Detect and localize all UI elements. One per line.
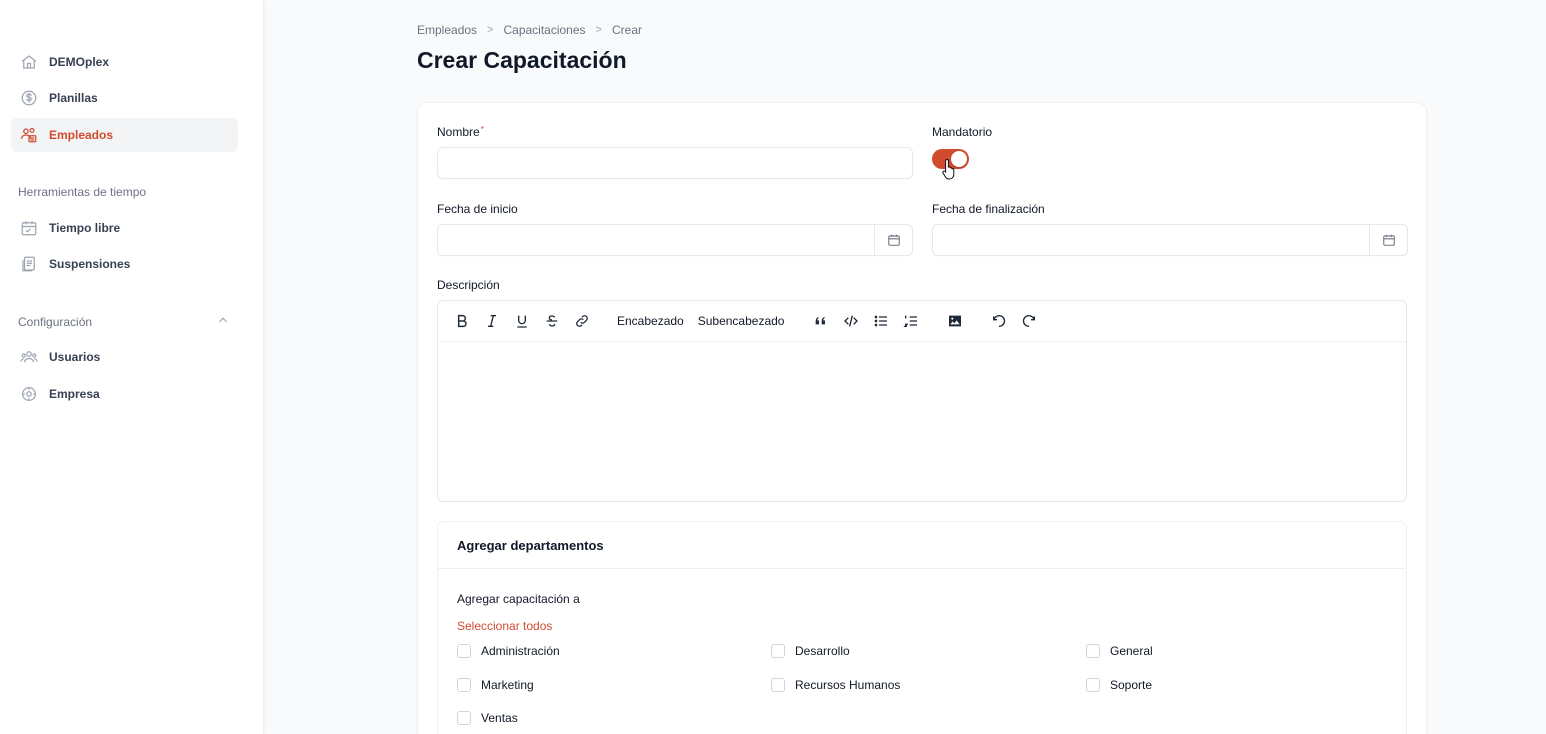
checkbox-label: Soporte	[1110, 678, 1153, 692]
departments-header: Agregar departamentos	[438, 522, 1406, 569]
bold-icon[interactable]	[450, 309, 474, 333]
redo-icon[interactable]	[1017, 309, 1041, 333]
sidebar-item-label: Usuarios	[49, 350, 101, 364]
heading-button[interactable]: Encabezado	[614, 314, 687, 328]
dollar-circle-icon	[19, 88, 39, 108]
checkbox-label: Recursos Humanos	[795, 678, 901, 692]
strikethrough-icon[interactable]	[540, 309, 564, 333]
editor-toolbar: Encabezado Subencabezado	[438, 301, 1406, 342]
breadcrumb-capacitaciones[interactable]: Capacitaciones	[503, 23, 585, 37]
sidebar-item-tiempo-libre[interactable]: Tiempo libre	[11, 211, 238, 245]
sidebar-item-empleados[interactable]: Empleados	[11, 118, 238, 152]
checkbox-marketing[interactable]: Marketing	[457, 678, 534, 692]
checkbox[interactable]	[771, 644, 785, 658]
home-icon	[19, 52, 39, 72]
italic-icon[interactable]	[480, 309, 504, 333]
hand-cursor-icon	[942, 158, 955, 180]
checkbox[interactable]	[457, 644, 471, 658]
checkbox[interactable]	[1086, 644, 1100, 658]
image-icon[interactable]	[943, 309, 967, 333]
sidebar: DEMOplex Planillas Empleados Herramienta…	[0, 0, 264, 734]
calendar-icon	[19, 218, 39, 238]
checkbox-desarrollo[interactable]: Desarrollo	[771, 644, 850, 658]
checkbox-ventas[interactable]: Ventas	[457, 711, 518, 725]
nombre-label-text: Nombre	[437, 125, 480, 139]
checkbox-administracion[interactable]: Administración	[457, 644, 560, 658]
checkbox-label: Administración	[481, 644, 560, 658]
users-icon	[19, 125, 39, 145]
checkbox[interactable]	[457, 711, 471, 725]
breadcrumb-crear: Crear	[611, 23, 642, 37]
sidebar-item-label: Empresa	[49, 387, 100, 401]
sidebar-item-empresa[interactable]: Empresa	[11, 377, 238, 411]
sidebar-item-label: DEMOplex	[49, 55, 110, 69]
page-title: Crear Capacitación	[417, 47, 627, 73]
checkbox-general[interactable]: General	[1086, 644, 1153, 658]
checkbox[interactable]	[771, 678, 785, 692]
nombre-label: Nombre*	[437, 125, 484, 139]
breadcrumb-empleados[interactable]: Empleados	[417, 23, 477, 37]
fecha-inicio-label: Fecha de inicio	[437, 202, 518, 216]
calendar-button[interactable]	[874, 225, 912, 255]
departments-subtitle: Agregar capacitación a	[457, 592, 580, 606]
nombre-input[interactable]	[437, 147, 913, 179]
sidebar-item-label: Tiempo libre	[49, 221, 121, 235]
code-icon[interactable]	[839, 309, 863, 333]
numbered-list-icon[interactable]	[899, 309, 923, 333]
checkbox-label: General	[1110, 644, 1153, 658]
mandatorio-label: Mandatorio	[932, 125, 993, 139]
checkbox-label: Marketing	[481, 678, 534, 692]
calendar-icon	[1382, 234, 1395, 246]
fecha-inicio-field[interactable]	[438, 225, 874, 255]
chevron-up-icon[interactable]	[216, 313, 230, 327]
chevron-right-icon: >	[595, 24, 602, 36]
departments-title: Agregar departamentos	[457, 538, 604, 553]
chevron-right-icon: >	[487, 24, 494, 36]
document-icon	[19, 254, 39, 274]
checkbox-label: Desarrollo	[795, 644, 850, 658]
user-group-icon	[19, 347, 39, 367]
fecha-fin-label: Fecha de finalización	[932, 202, 1045, 216]
sidebar-item-label: Suspensiones	[49, 257, 131, 271]
calendar-button[interactable]	[1369, 225, 1407, 255]
breadcrumb: Empleados > Capacitaciones > Crear	[417, 23, 642, 37]
underline-icon[interactable]	[510, 309, 534, 333]
rich-text-editor[interactable]: Encabezado Subencabezado	[437, 300, 1407, 502]
checkbox[interactable]	[1086, 678, 1100, 692]
checkbox-label: Ventas	[481, 711, 518, 725]
descripcion-label: Descripción	[437, 278, 500, 292]
fecha-fin-field[interactable]	[933, 225, 1369, 255]
subheading-button[interactable]: Subencabezado	[695, 314, 788, 328]
required-mark: *	[480, 125, 484, 134]
sidebar-item-usuarios[interactable]: Usuarios	[11, 340, 238, 374]
nav-group-title: Configuración	[18, 315, 93, 329]
sidebar-item-label: Empleados	[49, 128, 114, 142]
bullet-list-icon[interactable]	[869, 309, 893, 333]
gear-icon	[19, 384, 39, 404]
checkbox-recursos-humanos[interactable]: Recursos Humanos	[771, 678, 900, 692]
nav-group-title: Herramientas de tiempo	[18, 185, 147, 199]
select-all-link[interactable]: Seleccionar todos	[457, 619, 552, 633]
sidebar-item-label: Planillas	[49, 91, 98, 105]
departments-section: Agregar departamentos Agregar capacitaci…	[437, 521, 1407, 734]
sidebar-item-demoplex[interactable]: DEMOplex	[11, 45, 238, 79]
calendar-icon	[887, 234, 900, 246]
sidebar-item-planillas[interactable]: Planillas	[11, 81, 238, 115]
fecha-inicio-input[interactable]	[437, 224, 913, 256]
link-icon[interactable]	[570, 309, 594, 333]
quote-icon[interactable]	[809, 309, 833, 333]
sidebar-item-suspensiones[interactable]: Suspensiones	[11, 247, 238, 281]
fecha-fin-input[interactable]	[932, 224, 1408, 256]
checkbox-soporte[interactable]: Soporte	[1086, 678, 1152, 692]
undo-icon[interactable]	[987, 309, 1011, 333]
checkbox[interactable]	[457, 678, 471, 692]
